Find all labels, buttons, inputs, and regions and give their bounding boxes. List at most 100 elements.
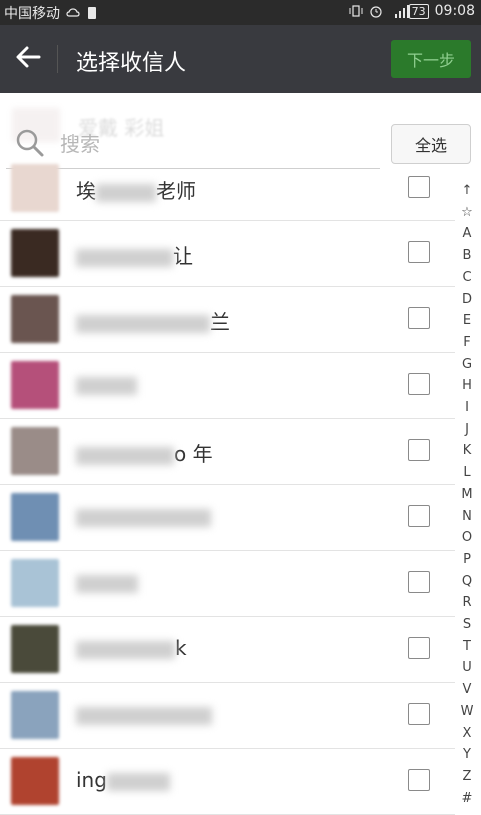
contact-checkbox[interactable]	[408, 241, 430, 263]
index-letter[interactable]: ☆	[461, 202, 473, 224]
alphabet-index-bar[interactable]: ↑ ☆ A B C D E F G H I J K L M N O P Q R S T U V W X Y Z #	[456, 180, 478, 809]
contact-row[interactable]: 埃 老师	[0, 156, 455, 221]
avatar	[11, 691, 59, 739]
redacted-name-block	[76, 314, 210, 333]
contact-name: 让	[76, 240, 193, 269]
contact-name-suffix: k	[175, 636, 187, 660]
carrier-label: 中国移动	[4, 6, 60, 22]
index-letter[interactable]: B	[463, 245, 472, 267]
contact-checkbox[interactable]	[408, 769, 430, 791]
redacted-name-block	[76, 376, 137, 395]
index-letter[interactable]: V	[463, 679, 472, 701]
contact-name	[76, 702, 212, 726]
contact-row[interactable]: o 年	[0, 419, 455, 485]
alarm-icon	[369, 4, 383, 18]
contact-row[interactable]: 让	[0, 221, 455, 287]
arrow-left-icon	[15, 45, 41, 73]
index-letter[interactable]: ↑	[462, 180, 473, 202]
index-letter[interactable]: Z	[463, 766, 472, 788]
cloud-icon	[66, 6, 80, 20]
redacted-name-block	[76, 446, 174, 465]
index-letter[interactable]: N	[462, 506, 472, 528]
contact-name: 兰	[76, 306, 230, 335]
index-letter[interactable]: X	[463, 723, 472, 745]
avatar	[11, 164, 59, 212]
contact-checkbox[interactable]	[408, 571, 430, 593]
contact-name-prefix: ing	[76, 768, 107, 792]
contact-name	[76, 570, 138, 594]
redacted-name-block	[76, 508, 211, 527]
contact-name	[76, 372, 137, 396]
contact-name: k	[76, 636, 187, 660]
contact-row[interactable]	[0, 551, 455, 617]
avatar	[11, 361, 59, 409]
vibrate-icon	[349, 4, 363, 18]
avatar	[11, 493, 59, 541]
contact-name-suffix: o 年	[174, 442, 213, 466]
contact-row[interactable]: ing	[0, 749, 455, 815]
search-icon	[14, 127, 46, 159]
contact-name-prefix: 埃	[76, 179, 96, 203]
contact-checkbox[interactable]	[408, 439, 430, 461]
contact-checkbox[interactable]	[408, 703, 430, 725]
index-letter[interactable]: H	[462, 375, 472, 397]
index-letter[interactable]: K	[463, 440, 472, 462]
contact-name	[76, 504, 211, 528]
next-step-button[interactable]: 下一步	[391, 40, 471, 78]
index-letter[interactable]: M	[461, 484, 472, 506]
clock-time: 09:08	[434, 3, 475, 19]
contact-checkbox[interactable]	[408, 505, 430, 527]
contact-name: 埃 老师	[76, 175, 196, 204]
index-letter[interactable]: F	[463, 332, 470, 354]
index-letter[interactable]: R	[462, 592, 471, 614]
avatar	[11, 427, 59, 475]
avatar	[11, 625, 59, 673]
contact-list: 埃 老师让兰 o 年 k ing	[0, 156, 455, 815]
index-letter[interactable]: #	[462, 788, 473, 810]
index-letter[interactable]: E	[463, 310, 471, 332]
contact-checkbox[interactable]	[408, 176, 430, 198]
index-letter[interactable]: D	[462, 289, 472, 311]
redacted-name-block	[76, 640, 175, 659]
index-letter[interactable]: U	[462, 657, 472, 679]
index-letter[interactable]: A	[463, 223, 472, 245]
redacted-name-block	[76, 248, 173, 267]
index-letter[interactable]: S	[463, 614, 471, 636]
contact-row[interactable]	[0, 353, 455, 419]
avatar	[11, 229, 59, 277]
index-letter[interactable]: I	[465, 397, 469, 419]
page-title: 选择收信人	[76, 51, 187, 76]
index-letter[interactable]: C	[462, 267, 471, 289]
contact-checkbox[interactable]	[408, 373, 430, 395]
contact-row[interactable]: 兰	[0, 287, 455, 353]
index-letter[interactable]: Q	[462, 571, 472, 593]
sim-card-icon	[86, 6, 100, 20]
index-letter[interactable]: L	[463, 462, 470, 484]
avatar	[11, 559, 59, 607]
index-letter[interactable]: Y	[463, 744, 471, 766]
contact-name-suffix: 兰	[210, 310, 230, 334]
title-divider	[57, 45, 58, 73]
contact-row[interactable]	[0, 683, 455, 749]
signal-icon	[389, 4, 409, 18]
back-button[interactable]	[10, 41, 46, 77]
index-letter[interactable]: O	[462, 527, 472, 549]
contact-row[interactable]: k	[0, 617, 455, 683]
contact-checkbox[interactable]	[408, 307, 430, 329]
avatar	[11, 295, 59, 343]
redacted-name-block	[76, 706, 212, 725]
avatar	[11, 757, 59, 805]
index-letter[interactable]: W	[461, 701, 474, 723]
redacted-name-block	[76, 574, 138, 593]
battery-level: 73	[408, 3, 429, 19]
contact-name: o 年	[76, 438, 213, 467]
index-letter[interactable]: P	[463, 549, 471, 571]
contact-name: ing	[76, 768, 170, 792]
contact-checkbox[interactable]	[408, 637, 430, 659]
index-letter[interactable]: G	[462, 354, 472, 376]
index-letter[interactable]: T	[463, 636, 471, 658]
contact-row[interactable]	[0, 485, 455, 551]
redacted-name-block	[96, 183, 156, 202]
index-letter[interactable]: J	[465, 419, 469, 441]
status-bar: 中国移动 73 09:08	[0, 0, 481, 25]
